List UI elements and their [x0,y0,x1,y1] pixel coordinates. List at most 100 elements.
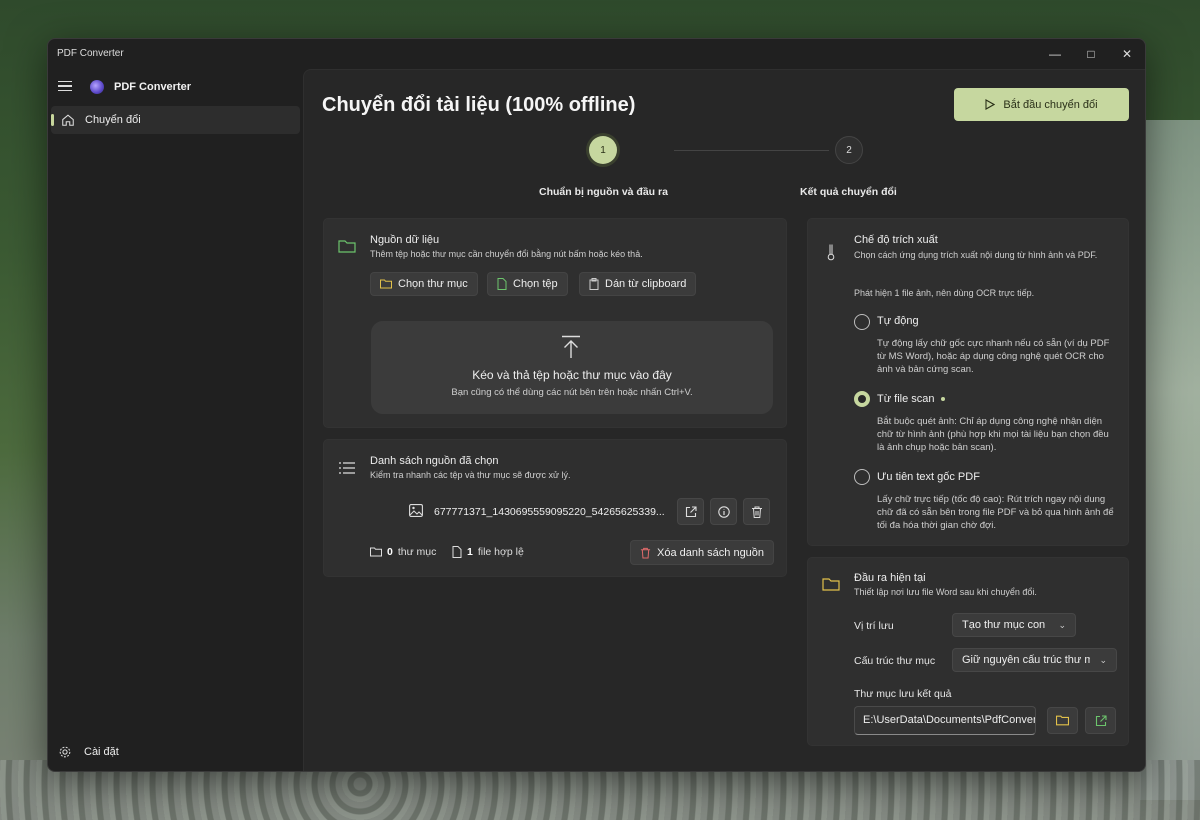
upload-arrow-icon [562,335,580,358]
selected-dot-icon [940,397,945,402]
extraction-title: Chế độ trích xuất [854,234,938,246]
output-card: Đầu ra hiện tại Thiết lập nơi lưu file W… [807,557,1129,746]
minimize-icon[interactable]: — [1037,39,1073,69]
clipboard-icon [589,278,599,290]
drop-zone-subtitle: Bạn cũng có thể dùng các nút bên trên ho… [451,387,693,398]
settings-label: Cài đặt [84,746,119,758]
source-subtitle: Thêm tệp hoặc thư mục cần chuyển đổi bằn… [370,249,643,259]
extraction-hint: Phát hiện 1 file ảnh, nên dùng OCR trực … [854,288,1035,298]
folder-count-label: thư mục [397,546,437,558]
open-external-icon [685,505,697,517]
save-location-select[interactable]: Tạo thư mục con ⌄ [952,613,1076,637]
step-2-number: 2 [846,144,852,156]
folder-structure-select[interactable]: Giữ nguyên cấu trúc thư mục ⌄ [952,648,1117,672]
source-card: Nguồn dữ liệu Thêm tệp hoặc thư mục cần … [323,218,787,428]
step-2-indicator[interactable]: 2 [835,136,863,164]
radio-pdf-text-desc: Lấy chữ trực tiếp (tốc độ cao): Rút tríc… [877,494,1114,531]
radio-auto[interactable] [854,314,870,330]
step-line-left [326,150,581,151]
page-title: Chuyển đổi tài liệu (100% offline) [322,94,636,116]
step-2-label: Kết quả chuyển đổi [800,186,897,198]
folder-count: 0 [387,546,393,558]
gear-icon [59,746,71,758]
nav-selected-indicator [51,114,54,126]
radio-pdf-text-label[interactable]: Ưu tiên text gốc PDF [877,471,980,483]
trash-icon [751,506,762,518]
source-title: Nguồn dữ liệu [370,234,440,246]
choose-file-label: Chọn tệp [513,278,558,290]
extraction-mode-card: Chế độ trích xuất Chọn cách ứng dụng trí… [807,218,1129,546]
window-controls: — □ ✕ [1037,39,1145,69]
radio-pdf-text[interactable] [854,469,870,485]
sidebar-item-settings[interactable]: Cài đặt [58,745,119,759]
folder-structure-label: Cấu trúc thư mục [854,655,936,667]
sidebar: PDF Converter Chuyển đổi Cài đặt [48,69,303,771]
radio-scan[interactable] [854,391,870,407]
radio-scan-label[interactable]: Từ file scan [877,393,945,405]
paste-clipboard-button[interactable]: Dán từ clipboard [579,272,697,296]
folder-structure-value: Giữ nguyên cấu trúc thư mục [962,654,1090,666]
radio-scan-text: Từ file scan [877,393,935,405]
file-count-label: file hợp lệ [477,546,524,558]
open-item-button[interactable] [677,498,704,525]
thermometer-icon [827,244,835,261]
app-name: PDF Converter [114,81,192,93]
chevron-down-icon: ⌄ [1099,654,1107,665]
folder-icon [338,240,356,253]
background-sea [1140,120,1200,800]
source-list-subtitle: Kiểm tra nhanh các tệp và thư mục sẽ đượ… [370,470,571,480]
drop-zone[interactable]: Kéo và thả tệp hoặc thư mục vào đây Bạn … [371,321,773,414]
radio-auto-desc: Tự động lấy chữ gốc cực nhanh nếu có sẵn… [877,338,1110,375]
trash-red-icon [640,547,651,559]
paste-clipboard-label: Dán từ clipboard [605,278,687,290]
file-count-stat: 1 file hợp lệ [451,546,524,558]
clear-source-list-label: Xóa danh sách nguồn [657,546,765,559]
window-title: PDF Converter [57,48,124,59]
main-content: Chuyển đổi tài liệu (100% offline) Bắt đ… [303,69,1145,771]
radio-auto-label[interactable]: Tự động [877,315,919,327]
browse-folder-button[interactable] [1047,707,1078,734]
start-conversion-label: Bắt đầu chuyển đổi [1003,98,1098,111]
image-file-icon [409,504,423,517]
folder-yellow-icon [822,578,840,591]
folder-open-icon [380,279,392,289]
save-location-label: Vị trí lưu [854,620,894,632]
step-1-indicator[interactable]: 1 [589,136,617,164]
app-window: PDF Converter — □ ✕ PDF Converter Chuyển… [47,38,1146,772]
drop-zone-title: Kéo và thả tệp hoặc thư mục vào đây [472,368,672,382]
chevron-down-icon: ⌄ [1058,619,1066,630]
hamburger-menu-icon[interactable] [58,81,72,91]
source-list-title: Danh sách nguồn đã chọn [370,455,499,467]
radio-scan-desc: Bắt buộc quét ảnh: Chỉ áp dụng công nghệ… [877,416,1109,453]
open-external-green-icon [1095,714,1107,726]
extraction-subtitle: Chọn cách ứng dụng trích xuất nội dung t… [854,250,1098,260]
output-title: Đầu ra hiện tại [854,572,926,584]
save-location-value: Tạo thư mục con [962,619,1046,631]
choose-file-button[interactable]: Chọn tệp [487,272,568,296]
maximize-icon[interactable]: □ [1073,39,1109,69]
close-icon[interactable]: ✕ [1109,39,1145,69]
sidebar-item-label: Chuyển đổi [85,114,141,126]
output-folder-label: Thư mục lưu kết quả [854,688,952,700]
title-bar[interactable]: PDF Converter — □ ✕ [48,39,1145,69]
start-conversion-button[interactable]: Bắt đầu chuyển đổi [954,88,1129,121]
list-icon [339,462,355,474]
output-folder-input[interactable]: E:\UserData\Documents\PdfConverter [854,706,1036,735]
choose-folder-label: Chọn thư mục [398,278,468,290]
file-stack-icon [452,546,462,558]
folder-outline-icon [370,547,382,557]
choose-folder-button[interactable]: Chọn thư mục [370,272,478,296]
item-info-button[interactable] [710,498,737,525]
file-count: 1 [467,546,473,558]
remove-item-button[interactable] [743,498,770,525]
sidebar-item-convert[interactable]: Chuyển đổi [51,106,300,134]
app-logo-icon [90,80,104,94]
clear-source-list-button[interactable]: Xóa danh sách nguồn [630,540,775,565]
source-item-name: 677771371_1430695559095220_54265625339..… [434,506,665,518]
home-icon [62,114,74,126]
play-icon [985,99,996,110]
open-output-folder-button[interactable] [1085,707,1116,734]
step-1-label: Chuẩn bị nguồn và đầu ra [539,186,668,198]
step-connector [674,150,829,151]
folder-browse-icon [1056,715,1069,726]
